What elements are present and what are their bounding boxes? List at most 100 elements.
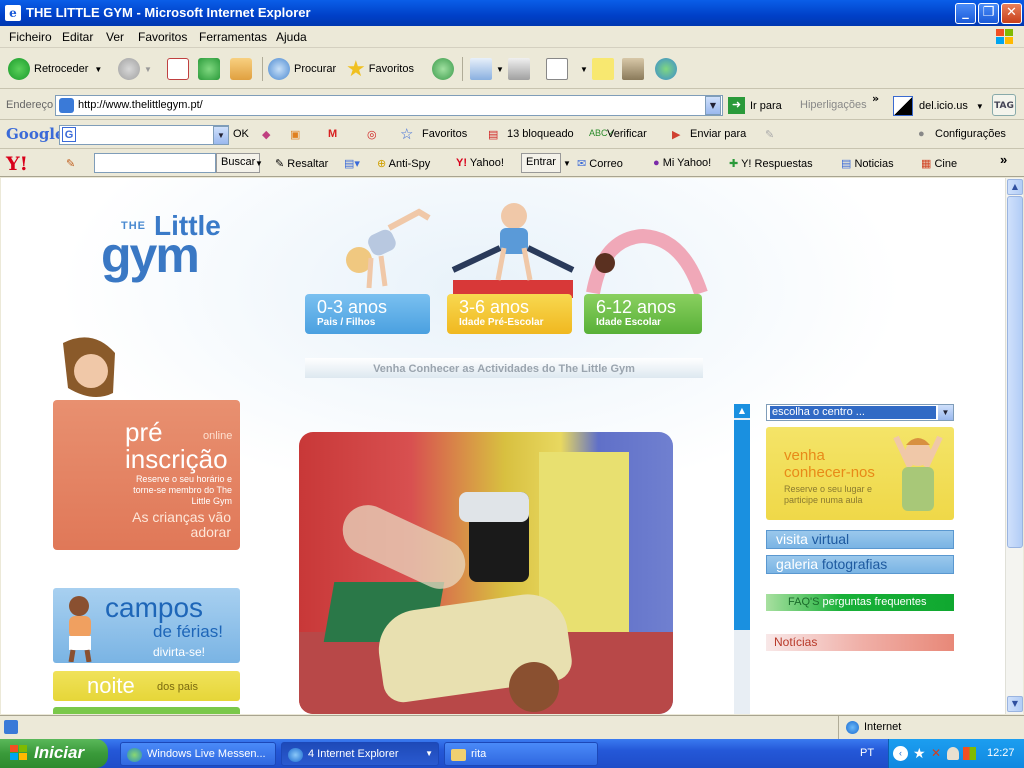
address-input[interactable]: http://www.thelittlegym.pt/ <box>55 95 723 116</box>
gmail-icon[interactable]: M <box>328 128 337 140</box>
yahoo-search-input[interactable] <box>94 153 216 173</box>
scroll-thumb[interactable] <box>1007 196 1023 548</box>
activities-banner[interactable]: Venha Conhecer as Actividades do The Lit… <box>305 358 703 378</box>
google-options-icon[interactable]: ◆ <box>262 128 270 141</box>
delicious-dropdown-icon[interactable]: ▼ <box>976 102 984 111</box>
yahoo-home-button[interactable]: Y! Yahoo! <box>456 157 504 169</box>
scroll-up-icon[interactable]: ▲ <box>1007 179 1023 195</box>
yahoo-more-chevron-icon[interactable]: » <box>1000 152 1007 167</box>
menu-ferramentas[interactable]: Ferramentas <box>199 30 267 44</box>
menu-editar[interactable]: Editar <box>62 30 93 44</box>
pre-inscricao-card[interactable]: pré online inscrição Reserve o seu horár… <box>53 400 240 550</box>
noticias-button[interactable]: ▤ Noticias <box>841 157 894 170</box>
buscar-dropdown-icon[interactable]: ▼ <box>255 159 263 168</box>
google-ok-button[interactable]: OK <box>233 128 249 140</box>
highlight-pen-icon[interactable]: ✎ <box>765 128 774 141</box>
maximize-button[interactable]: ❐ <box>978 3 999 24</box>
verificar-button[interactable]: Verificar <box>607 128 647 140</box>
google-favoritos-button[interactable]: Favoritos <box>422 128 467 140</box>
google-logo[interactable]: Google <box>6 125 65 143</box>
mi-yahoo-button[interactable]: ● Mi Yahoo! <box>653 157 711 169</box>
favorites-button[interactable]: ★ Favoritos <box>346 55 414 83</box>
correo-button[interactable]: ✉ Correo <box>577 157 623 170</box>
tray-app-icon[interactable] <box>963 747 976 760</box>
minimize-button[interactable]: _ <box>955 3 976 24</box>
menu-ajuda[interactable]: Ajuda <box>276 30 307 44</box>
menu-ver[interactable]: Ver <box>106 30 124 44</box>
configuracoes-button[interactable]: Configurações <box>935 128 1006 140</box>
notes-button[interactable] <box>592 55 618 83</box>
visita-virtual-link[interactable]: visita virtual <box>766 530 954 549</box>
galeria-fotografias-link[interactable]: galeria fotografias <box>766 555 954 574</box>
google-news-icon[interactable]: ▣ <box>290 128 300 141</box>
browser-scrollbar[interactable]: ▲ ▼ <box>1005 178 1023 714</box>
tray-tools-icon[interactable]: ✕ <box>931 746 941 760</box>
page-viewport[interactable]: THE Little gym 0-3 anos Pais / Filhos 3-… <box>1 178 1005 714</box>
age-6-12-button[interactable]: 6-12 anos Idade Escolar <box>584 294 702 334</box>
tray-star-icon[interactable]: ★ <box>913 745 926 762</box>
forward-dropdown-icon[interactable]: ▼ <box>144 65 152 74</box>
bookmark-star-icon[interactable]: ☆ <box>400 125 413 143</box>
orkut-icon[interactable]: ◎ <box>367 128 377 141</box>
google-search-input[interactable]: G <box>59 125 229 145</box>
antispy-button[interactable]: ⊕ Anti-Spy <box>377 157 430 170</box>
age-3-6-button[interactable]: 3-6 anos Idade Pré-Escolar <box>447 294 572 334</box>
buscar-button[interactable]: Buscar <box>216 153 261 173</box>
go-button[interactable]: ➜ Ir para <box>728 97 782 114</box>
start-button[interactable]: Iniciar <box>0 739 108 768</box>
language-indicator[interactable]: PT <box>860 747 874 759</box>
noticias-link[interactable]: Notícias <box>766 634 954 651</box>
campos-ferias-card[interactable]: campos de férias! divirta-se! <box>53 588 240 663</box>
research-button[interactable] <box>622 55 648 83</box>
gym-video-player[interactable] <box>299 432 673 714</box>
task-group-dropdown-icon[interactable]: ▼ <box>425 749 433 758</box>
links-chevron-icon[interactable]: » <box>872 92 879 105</box>
tray-messenger-icon[interactable] <box>947 747 959 760</box>
inner-scroll-thumb[interactable] <box>734 420 750 630</box>
noite-dos-pais-card[interactable]: noite dos pais <box>53 671 240 701</box>
forward-button[interactable]: ▼ <box>118 55 152 83</box>
task-internet-explorer[interactable]: 4 Internet Explorer ▼ <box>281 742 439 766</box>
task-messenger[interactable]: Windows Live Messen... <box>120 742 276 766</box>
tray-expand-icon[interactable]: ‹ <box>893 746 908 761</box>
search-button[interactable]: Procurar <box>268 55 336 83</box>
edit-button[interactable]: ▼ <box>546 55 588 83</box>
messenger-button[interactable] <box>655 55 681 83</box>
address-dropdown-icon[interactable]: ▼ <box>705 96 721 115</box>
edit-dropdown-icon[interactable]: ▼ <box>580 65 588 74</box>
mail-button[interactable]: ▼ <box>470 55 504 83</box>
inner-scroll-up-icon[interactable]: ▲ <box>734 404 750 418</box>
mail-dropdown-icon[interactable]: ▼ <box>496 65 504 74</box>
yahoo-logo[interactable]: Y! <box>6 153 28 175</box>
task-rita-folder[interactable]: rita <box>444 742 598 766</box>
history-button[interactable] <box>432 55 458 83</box>
faq-link[interactable]: FAQ'S perguntas frequentes <box>766 594 954 611</box>
respuestas-button[interactable]: ✚ Y! Respuestas <box>729 157 813 170</box>
entrar-button[interactable]: Entrar <box>521 153 561 173</box>
stop-button[interactable] <box>167 55 193 83</box>
inner-scrollbar[interactable]: ▲ <box>734 404 750 714</box>
print-button[interactable] <box>508 55 534 83</box>
centro-dropdown-icon[interactable]: ▼ <box>938 405 953 420</box>
home-button[interactable] <box>230 55 256 83</box>
close-button[interactable]: ✕ <box>1001 3 1022 24</box>
delicious-button[interactable]: del.icio.us ▼ <box>893 96 984 116</box>
back-button[interactable]: Retroceder ▼ <box>8 55 102 83</box>
age-0-3-button[interactable]: 0-3 anos Pais / Filhos <box>305 294 430 334</box>
enviar-para-button[interactable]: Enviar para <box>690 128 746 140</box>
menu-ficheiro[interactable]: Ficheiro <box>9 30 52 44</box>
centro-select[interactable]: escolha o centro ... ▼ <box>766 404 954 421</box>
tag-button[interactable]: TAG <box>992 94 1016 116</box>
title-bar[interactable]: e THE LITTLE GYM - Microsoft Internet Ex… <box>0 0 1024 26</box>
entrar-dropdown-icon[interactable]: ▼ <box>563 159 571 168</box>
refresh-button[interactable] <box>198 55 224 83</box>
links-label[interactable]: Hiperligações <box>800 99 867 111</box>
back-dropdown-icon[interactable]: ▼ <box>94 65 102 74</box>
next-card-strip[interactable] <box>53 707 240 714</box>
options-icon[interactable]: ▤▾ <box>344 157 360 170</box>
menu-favoritos[interactable]: Favoritos <box>138 30 187 44</box>
google-dropdown-icon[interactable]: ▼ <box>213 126 229 145</box>
resaltar-button[interactable]: ✎ Resaltar <box>275 157 328 170</box>
popup-blocked-count[interactable]: 13 bloqueado <box>507 128 574 140</box>
venha-conhecer-card[interactable]: venha conhecer-nos Reserve o seu lugar e… <box>766 427 954 520</box>
